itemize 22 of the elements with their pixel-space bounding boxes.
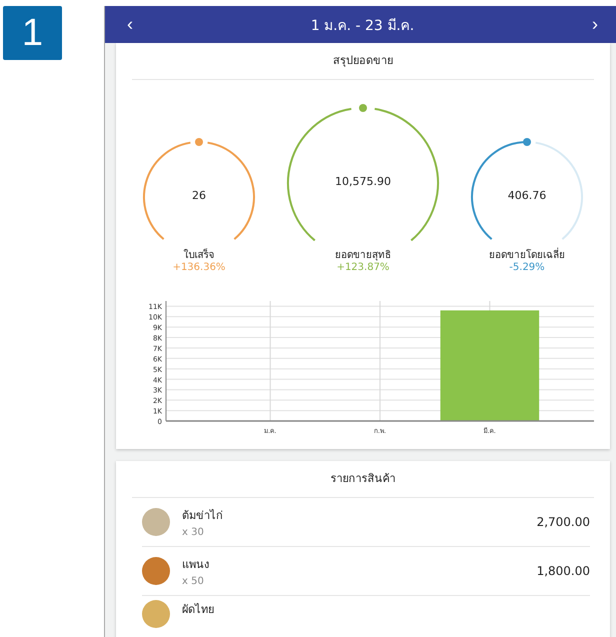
product-price: 2,700.00 [536,515,590,530]
date-range-title: 1 ม.ค. - 23 มี.ค. [310,16,414,36]
card-title: รายการสินค้า [330,471,396,488]
change-percent: +136.36% [172,262,226,274]
product-name: ต้มข่าไก่ [182,508,224,524]
product-price: 1,800.00 [536,564,590,578]
gauge-value: 10,575.90 [334,175,392,188]
gauge-label: ยอดขายสุทธิ [335,249,391,262]
gauge-value: 26 [191,189,207,202]
next-button[interactable]: › [588,14,602,35]
gauge-value: 406.76 [506,189,548,202]
change-percent: -5.29% [509,262,545,274]
previous-button[interactable]: ‹ [123,14,137,35]
gauge-label: ใบเสร็จ [184,247,214,262]
product-quantity: x 50 [182,576,205,588]
product-name: แพนง [182,557,210,574]
step-number-badge: 1 [3,6,62,60]
product-quantity: x 30 [182,527,205,538]
product-name: ผัดไทย [182,602,215,618]
card-title: สรุปยอดขาย [332,53,394,69]
gauge-label: ยอดขายโดยเฉลี่ย [489,247,565,262]
change-percent: +123.87% [336,262,390,274]
